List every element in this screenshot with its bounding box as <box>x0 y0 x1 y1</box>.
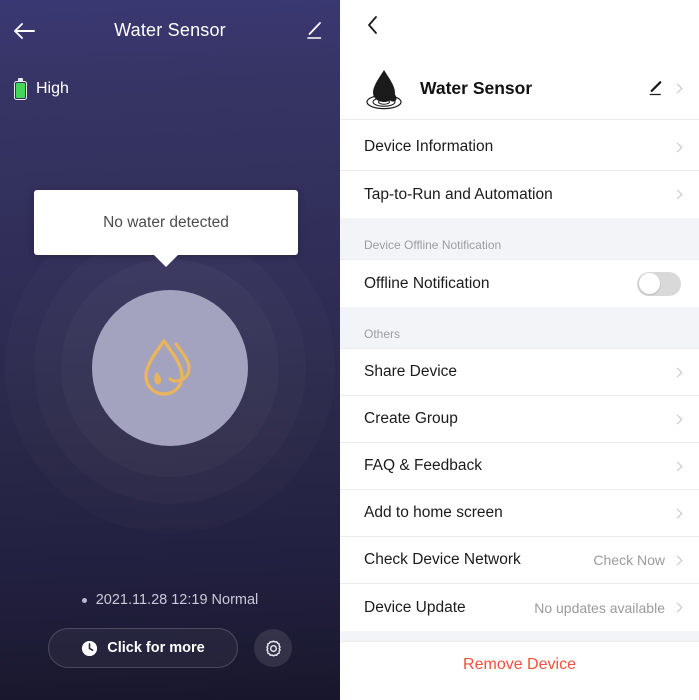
dashboard-bottom-bar: Click for more <box>0 628 340 668</box>
dashboard-top-bar: Water Sensor <box>0 0 340 60</box>
toggle-knob <box>638 273 660 294</box>
section-divider-band <box>340 631 699 642</box>
row-label: Tap-to-Run and Automation <box>364 185 553 203</box>
row-label: Device Information <box>364 138 494 155</box>
back-arrow-icon[interactable] <box>8 16 40 46</box>
settings-row-faq-and-feedback[interactable]: FAQ & Feedback <box>340 443 699 490</box>
row-label: Device Update <box>364 598 466 616</box>
device-dashboard-panel: Water Sensor High No water detected 2021… <box>0 0 340 700</box>
settings-row-add-to-home-screen[interactable]: Add to home screen <box>340 490 699 537</box>
row-label: FAQ & Feedback <box>364 457 483 474</box>
last-report-status: 2021.11.28 12:19 Normal <box>0 592 340 608</box>
settings-row-share-device[interactable]: Share Device <box>340 349 699 396</box>
section-header-device-offline-notification: Device Offline Notification <box>340 218 699 260</box>
chevron-right-icon <box>672 142 683 152</box>
status-tooltip-card: No water detected <box>34 190 298 267</box>
battery-icon <box>14 78 27 100</box>
chevron-right-icon <box>672 367 683 377</box>
section-header-label: Device Offline Notification <box>364 238 502 252</box>
water-drop-icon <box>144 339 191 396</box>
section-header-others: Others <box>340 307 699 349</box>
remove-device-button[interactable]: Remove Device <box>340 642 699 688</box>
chevron-right-icon <box>672 83 683 94</box>
settings-row-check-device-network[interactable]: Check Device Network Check Now <box>340 537 699 584</box>
settings-row-tap-to-run-and-automation[interactable]: Tap-to-Run and Automation <box>340 171 699 218</box>
settings-back-chevron-icon[interactable] <box>360 12 386 38</box>
click-for-more-label: Click for more <box>107 640 205 656</box>
chevron-right-icon <box>672 602 683 613</box>
section-header-label: Others <box>364 327 401 341</box>
chevron-right-icon <box>672 461 683 471</box>
row-label: Create Group <box>364 410 458 427</box>
chevron-right-icon <box>672 189 683 200</box>
water-sensor-droplet-ripple-icon <box>366 69 402 109</box>
offline-notification-toggle[interactable] <box>637 271 681 296</box>
settings-row-create-group[interactable]: Create Group <box>340 396 699 443</box>
chevron-right-icon <box>672 508 683 518</box>
chevron-right-icon <box>672 555 683 565</box>
status-dot-icon <box>81 597 87 603</box>
pencil-icon[interactable] <box>646 79 665 98</box>
gauge-core-circle <box>92 290 248 446</box>
gear-icon <box>265 639 281 657</box>
tooltip-text: No water detected <box>103 213 229 231</box>
settings-row-device-information[interactable]: Device Information <box>340 124 699 171</box>
click-for-more-button[interactable]: Click for more <box>48 628 238 668</box>
device-name-label: Water Sensor <box>420 78 533 98</box>
dual-screenshot-container: Water Sensor High No water detected 2021… <box>0 0 699 700</box>
battery-level-label: High <box>36 80 69 97</box>
device-header-row[interactable]: Water Sensor <box>340 58 699 120</box>
settings-button[interactable] <box>254 629 292 667</box>
sensor-gauge <box>0 238 340 498</box>
status-timestamp-label: 2021.11.28 12:19 Normal <box>95 592 259 608</box>
settings-row-offline-notification[interactable]: Offline Notification <box>340 260 699 307</box>
remove-device-label: Remove Device <box>463 656 576 673</box>
row-label: Add to home screen <box>364 504 503 521</box>
row-value: Check Now <box>593 552 665 568</box>
settings-list: Device Information Tap-to-Run and Automa… <box>340 124 699 688</box>
edit-pencil-icon[interactable] <box>300 18 328 44</box>
row-label: Share Device <box>364 363 458 380</box>
row-label: Offline Notification <box>364 274 490 292</box>
device-settings-panel: Water Sensor Device Information Tap-to-R… <box>340 0 699 700</box>
battery-status: High <box>14 78 69 100</box>
clock-icon <box>82 640 98 656</box>
row-label: Check Device Network <box>364 551 521 568</box>
page-title: Water Sensor <box>114 19 226 40</box>
chevron-right-icon <box>672 414 683 424</box>
row-value: No updates available <box>534 599 665 616</box>
tooltip-arrow <box>153 254 179 267</box>
settings-row-device-update[interactable]: Device Update No updates available <box>340 584 699 631</box>
